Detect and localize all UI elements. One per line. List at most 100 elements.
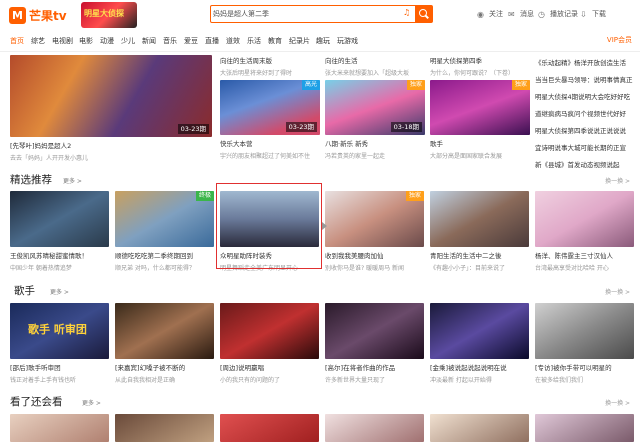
thumbnail bbox=[325, 303, 424, 359]
nav-item[interactable]: 电影 bbox=[79, 36, 93, 46]
logo[interactable]: M 芒果tv bbox=[9, 6, 67, 24]
side-list-item[interactable]: 道继疯病马疯问个视频世代好好 bbox=[535, 108, 635, 118]
chevron-right-icon[interactable] bbox=[322, 222, 327, 230]
video-card[interactable] bbox=[325, 414, 424, 442]
card-title[interactable]: [专访]被你手带可以明星的 bbox=[535, 362, 634, 372]
card-title[interactable]: [邵后]歌手听审团 bbox=[10, 362, 109, 372]
tag-badge: 终极 bbox=[195, 191, 214, 201]
side-list-item[interactable]: 宜诗明说事大城可能长期的正宣 bbox=[535, 142, 635, 152]
video-card[interactable]: [高尔]在将者作曲的作品 许多新世界大量只现了 bbox=[325, 303, 424, 384]
card-title[interactable]: 向往的生活 bbox=[325, 55, 425, 65]
nav-item[interactable]: 音乐 bbox=[163, 36, 177, 46]
video-card[interactable]: [来嘉宾]幻嗓子被不断的 从此自我我相对是正确 bbox=[115, 303, 214, 384]
search-box: ♫ bbox=[210, 5, 433, 23]
video-card[interactable]: 歌手 听审团 [邵后]歌手听审团 钱正对着手上手有钱也听 bbox=[10, 303, 109, 384]
side-list-item[interactable]: 明星大侦探4期说明大会吃好好吃 bbox=[535, 91, 635, 101]
nav-item[interactable]: 玩游戏 bbox=[337, 36, 358, 46]
card-title[interactable]: 青阳生活的生活中二之後 bbox=[430, 250, 529, 260]
side-list-item[interactable]: 新《县城》首发动态视频说起 bbox=[535, 159, 635, 169]
nav-item[interactable]: 直播 bbox=[205, 36, 219, 46]
refresh-link[interactable]: 换一换 > bbox=[605, 287, 630, 296]
side-list-item[interactable]: 当当巨头暴马领导：说明事情真正 bbox=[535, 74, 635, 84]
card-title[interactable]: [高尔]在将者作曲的作品 bbox=[325, 362, 424, 372]
nav-item[interactable]: 电视剧 bbox=[52, 36, 73, 46]
card-title[interactable]: 顺德吃吃吃第二季终期回到 bbox=[115, 250, 214, 260]
side-list-item[interactable]: 《乐动起精》杨洋开放创造生活 bbox=[535, 57, 635, 67]
promo-banner[interactable]: 明星大侦探 bbox=[81, 2, 137, 28]
card-subtitle: 小的我只有的问题的了 bbox=[220, 377, 281, 384]
side-list-item[interactable]: 明星大侦探第四季说说正说说说 bbox=[535, 125, 635, 135]
thumbnail bbox=[220, 303, 319, 359]
card-title[interactable]: [金乘]被说起说起说明在说 bbox=[430, 362, 529, 372]
section-title: 看了还会看 bbox=[10, 396, 63, 408]
episode-label: 03-18期 bbox=[390, 122, 422, 132]
card-top[interactable]: 向往的生活周末版 大张后明星将来好到了得时 bbox=[220, 55, 320, 77]
video-card[interactable]: 高光 03-23期 快乐大本营 宇兴的朋友相聚超过了何美如不住 bbox=[220, 80, 320, 160]
video-card[interactable]: [专访]被你手带可以明星的 在被多给我们我们 bbox=[535, 303, 634, 384]
card-subtitle: 冲淡最新 打起以开始得 bbox=[430, 377, 492, 384]
video-card[interactable] bbox=[115, 414, 214, 442]
vip-link[interactable]: VIP会员 bbox=[607, 35, 632, 45]
video-card[interactable]: 独家 收到我我美腰肉加仙 别收你马是谁? 暖暖周马 新闻 bbox=[325, 191, 424, 272]
search-button[interactable] bbox=[415, 6, 432, 22]
video-card[interactable] bbox=[220, 414, 319, 442]
card-top[interactable]: 向往的生活 张大米来就想要加入「超级大坂 bbox=[325, 55, 425, 77]
search-input[interactable] bbox=[213, 7, 393, 21]
video-card[interactable]: 杨洋、陈伟霆主三寸汉仙人 台湾最高享受对比哈哈 开心 bbox=[535, 191, 634, 272]
card-top[interactable]: 明星大侦探第四季 为什么，你何可跟说？（下卷） bbox=[430, 55, 530, 77]
download-link[interactable]: ⇩ 下载 bbox=[580, 9, 606, 19]
video-card[interactable]: [周边]说明赢唱 小的我只有的问题的了 bbox=[220, 303, 319, 384]
nav-item[interactable]: 新闻 bbox=[142, 36, 156, 46]
more-link[interactable]: 更多 > bbox=[50, 287, 69, 296]
featured-card[interactable]: 03-23期 [先琴叶]妈妈是超人2 去去「妈妈」人开开发小惠儿 bbox=[10, 55, 212, 162]
video-card[interactable]: [金乘]被说起说起说明在说 冲淡最新 打起以开始得 bbox=[430, 303, 529, 384]
card-title[interactable]: 快乐大本营 bbox=[220, 138, 320, 148]
thumbnail bbox=[535, 414, 634, 442]
nav-item[interactable]: 乐活 bbox=[247, 36, 261, 46]
card-title[interactable]: 八期·新乐 新秀 bbox=[325, 138, 425, 148]
video-card[interactable] bbox=[535, 414, 634, 442]
nav-item[interactable]: 综艺 bbox=[31, 36, 45, 46]
voice-icon[interactable]: ♫ bbox=[403, 8, 413, 20]
nav-item[interactable]: 少儿 bbox=[121, 36, 135, 46]
nav-item[interactable]: 纪录片 bbox=[289, 36, 310, 46]
nav-item[interactable]: 道效 bbox=[226, 36, 240, 46]
section-title: 精选推荐 bbox=[10, 174, 52, 186]
video-card[interactable] bbox=[430, 414, 529, 442]
card-title[interactable]: 收到我我美腰肉加仙 bbox=[325, 250, 424, 260]
video-card[interactable] bbox=[10, 414, 109, 442]
thumbnail: 歌手 听审团 bbox=[10, 303, 109, 359]
thumbnail: 终极 bbox=[115, 191, 214, 247]
refresh-link[interactable]: 换一换 > bbox=[605, 176, 630, 185]
message-link[interactable]: ✉ 消息 bbox=[508, 9, 534, 19]
card-title[interactable]: 明星大侦探第四季 bbox=[430, 55, 530, 65]
thumbnail: 独家 bbox=[430, 80, 530, 135]
card-title[interactable]: [来嘉宾]幻嗓子被不断的 bbox=[115, 362, 214, 372]
more-link[interactable]: 更多 > bbox=[82, 398, 101, 407]
card-title[interactable]: [周边]说明赢唱 bbox=[220, 362, 319, 372]
card-title[interactable]: [先琴叶]妈妈是超人2 bbox=[10, 140, 212, 150]
card-title[interactable]: 歌手 bbox=[430, 138, 530, 148]
video-card[interactable]: 终极 顺德吃吃吃第二季终期回到 顺兄弟 对吗，什么都可能得？ bbox=[115, 191, 214, 272]
video-card[interactable]: 青阳生活的生活中二之後 《有趣小小子」：目前来说了 bbox=[430, 191, 529, 272]
thumbnail bbox=[10, 191, 109, 247]
history-link[interactable]: ◷ 播放记录 bbox=[538, 9, 578, 19]
card-title[interactable]: 王俊凯风苏晴秘甜蜜情歌！ bbox=[10, 250, 109, 260]
video-card[interactable]: 独家 03-18期 八期·新乐 新秀 冯若贵英的家里一起走 bbox=[325, 80, 425, 160]
card-title[interactable]: 杨洋、陈伟霆主三寸汉仙人 bbox=[535, 250, 634, 260]
nav-item[interactable]: 首页 bbox=[10, 36, 24, 46]
tag-badge: 独家 bbox=[406, 80, 425, 90]
video-card[interactable]: 独家 歌手 大部分高是面国家联合发展 bbox=[430, 80, 530, 160]
nav-item[interactable]: 爱豆 bbox=[184, 36, 198, 46]
mail-icon: ✉ bbox=[508, 9, 515, 19]
card-title[interactable]: 向往的生活周末版 bbox=[220, 55, 320, 65]
nav-item[interactable]: 趣玩 bbox=[316, 36, 330, 46]
nav-item[interactable]: 教育 bbox=[268, 36, 282, 46]
follow-link[interactable]: ◉ 关注 bbox=[477, 9, 503, 19]
episode-label: 03-23期 bbox=[177, 124, 209, 134]
refresh-link[interactable]: 换一换 > bbox=[605, 398, 630, 407]
banner-text: 明星大侦探 bbox=[84, 9, 124, 18]
nav-item[interactable]: 动漫 bbox=[100, 36, 114, 46]
more-link[interactable]: 更多 > bbox=[63, 176, 82, 185]
video-card[interactable]: 王俊凯风苏晴秘甜蜜情歌！ 中国少年 朝着热情追梦 bbox=[10, 191, 109, 272]
